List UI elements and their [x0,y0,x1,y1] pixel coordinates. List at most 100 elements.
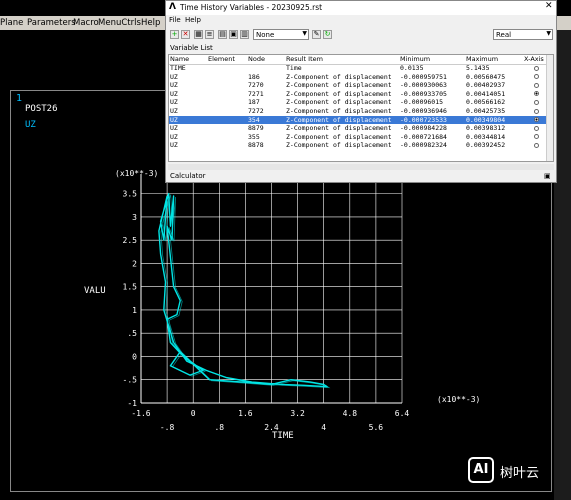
watermark: AI 树叶云 [468,455,568,487]
cell-name: UZ [170,81,178,90]
col-result-item[interactable]: Result Item [286,55,323,64]
tick-label: 0 [132,352,137,361]
menu-help[interactable]: Help [141,18,160,28]
xaxis-radio[interactable] [534,108,539,114]
expand-icon[interactable]: ▣ [544,172,551,180]
close-icon[interactable]: ✕ [545,1,553,11]
xaxis-radio[interactable] [534,74,539,80]
col-minimum[interactable]: Minimum [400,55,430,64]
tick-label: 4 [321,423,326,432]
tick-label: -1 [127,399,137,408]
table-row[interactable]: UZ 7270 Z-Component of displacement -0.0009… [169,81,546,90]
table-row[interactable]: UZ 186 Z-Component of displacement -0.00095… [169,73,546,82]
cell-name: UZ [170,124,178,133]
cell-min: -0.000723533 [400,115,447,124]
cell-name: UZ [170,107,178,115]
real-dropdown[interactable]: Real ▼ [493,29,553,40]
tick-label: 5.6 [369,423,384,432]
xaxis-radio[interactable] [534,65,539,71]
cell-node: 8878 [248,141,264,150]
add-variable-icon[interactable]: + [170,30,179,39]
variable-table: Name Element Node Result Item Minimum Ma… [168,54,554,162]
menu-parameters[interactable]: Parameters [27,18,76,28]
cell-min: -0.00096015 [400,98,444,107]
xaxis-radio[interactable] [534,82,539,88]
table-row[interactable]: UZ 8879 Z-Component of displacement -0.0009… [169,124,546,133]
cell-name: TIME [170,64,186,72]
watermark-text: 树叶云 [500,466,540,481]
graph-icon[interactable]: ▦ [194,30,203,39]
chevron-down-icon: ▼ [302,30,307,37]
tick-label: -.8 [160,423,175,432]
variable-list-label: Variable List [170,44,213,52]
cell-name: UZ [170,141,178,150]
series-line [158,192,328,388]
cell-name: UZ [170,98,178,107]
cell-item: Z-Component of displacement [286,89,392,98]
xaxis-radio[interactable] [534,142,539,148]
dialog-titlebar: Λ Time History Variables - 20230925.rst … [166,1,556,15]
menu-menuctrls[interactable]: MenuCtrls [98,18,141,28]
watermark-logo-icon: AI [468,457,494,483]
delete-variable-icon[interactable]: ✕ [181,30,190,39]
cell-min: -0.000959751 [400,72,447,81]
xaxis-radio[interactable] [534,134,539,140]
cell-item: Z-Component of displacement [286,81,392,90]
tick-label: 1.6 [238,409,253,418]
table-row[interactable]: UZ 7271 Z-Component of displacement -0.0009… [169,90,546,99]
tick-label: -.5 [123,376,138,385]
col-name[interactable]: Name [170,55,189,64]
col-node[interactable]: Node [248,55,265,64]
cell-max: 0.00414051 [466,89,506,98]
tick-label: -1.6 [131,409,150,418]
cell-max: 0.00402937 [466,81,506,90]
properties-icon[interactable]: ▤ [218,30,227,39]
menu-plane[interactable]: Plane [0,18,23,28]
cell-name: UZ [170,72,178,81]
table-row[interactable]: UZ 187 Z-Component of displacement -0.00096… [169,98,546,107]
none-dropdown[interactable]: None ▼ [253,29,309,40]
menu-macro[interactable]: Macro [73,18,99,28]
xaxis-radio[interactable] [534,91,539,97]
export-icon[interactable]: ▥ [240,30,249,39]
cell-node: 355 [248,132,260,141]
cell-name: UZ [170,115,178,124]
table-row[interactable]: UZ 354 Z-Component of displacement -0.00072… [169,115,546,125]
col-element[interactable]: Element [208,55,235,64]
dialog-menu-help[interactable]: Help [185,16,201,24]
tick-label: 1 [132,306,137,315]
cell-min: -0.000930063 [400,81,447,90]
table-row[interactable]: UZ 7272 Z-Component of displacement -0.0009… [169,107,546,116]
tick-label: 1.5 [123,283,138,292]
import-icon[interactable]: ▣ [229,30,238,39]
clear-icon[interactable]: ✎ [312,30,321,39]
table-row[interactable]: UZ 8878 Z-Component of displacement -0.0009… [169,141,546,150]
dialog-title: Time History Variables - 20230925.rst [180,3,323,12]
dialog-menu-file[interactable]: File [169,16,181,24]
cell-min: -0.000982324 [400,141,447,150]
xaxis-radio[interactable] [534,99,539,105]
cell-max: 0.00344814 [466,132,506,141]
cell-max: 0.00425735 [466,107,506,115]
cell-node: 7271 [248,89,264,98]
col-xaxis[interactable]: X-Axis [524,55,544,64]
refresh-icon[interactable]: ↻ [323,30,332,39]
cell-item: Time [286,64,302,72]
cell-name: UZ [170,89,178,98]
list-icon[interactable]: ≡ [205,30,214,39]
series-line-echo [160,194,331,389]
col-maximum[interactable]: Maximum [466,55,498,64]
cell-min: -0.000721684 [400,132,447,141]
cell-item: Z-Component of displacement [286,107,392,115]
table-row[interactable]: UZ 355 Z-Component of displacement -0.00072… [169,133,546,142]
tick-label: .8 [214,423,224,432]
table-row[interactable]: TIME Time 0.0135 5.1435 [169,64,546,73]
dialog-menubar: File Help [166,15,556,27]
tick-label: 0 [191,409,196,418]
splitter[interactable] [168,164,554,170]
tick-label: 3 [132,213,137,222]
xaxis-radio[interactable] [534,125,539,131]
cell-node: 7270 [248,81,264,90]
xaxis-radio[interactable] [534,117,539,123]
table-scrollbar[interactable] [546,55,553,161]
